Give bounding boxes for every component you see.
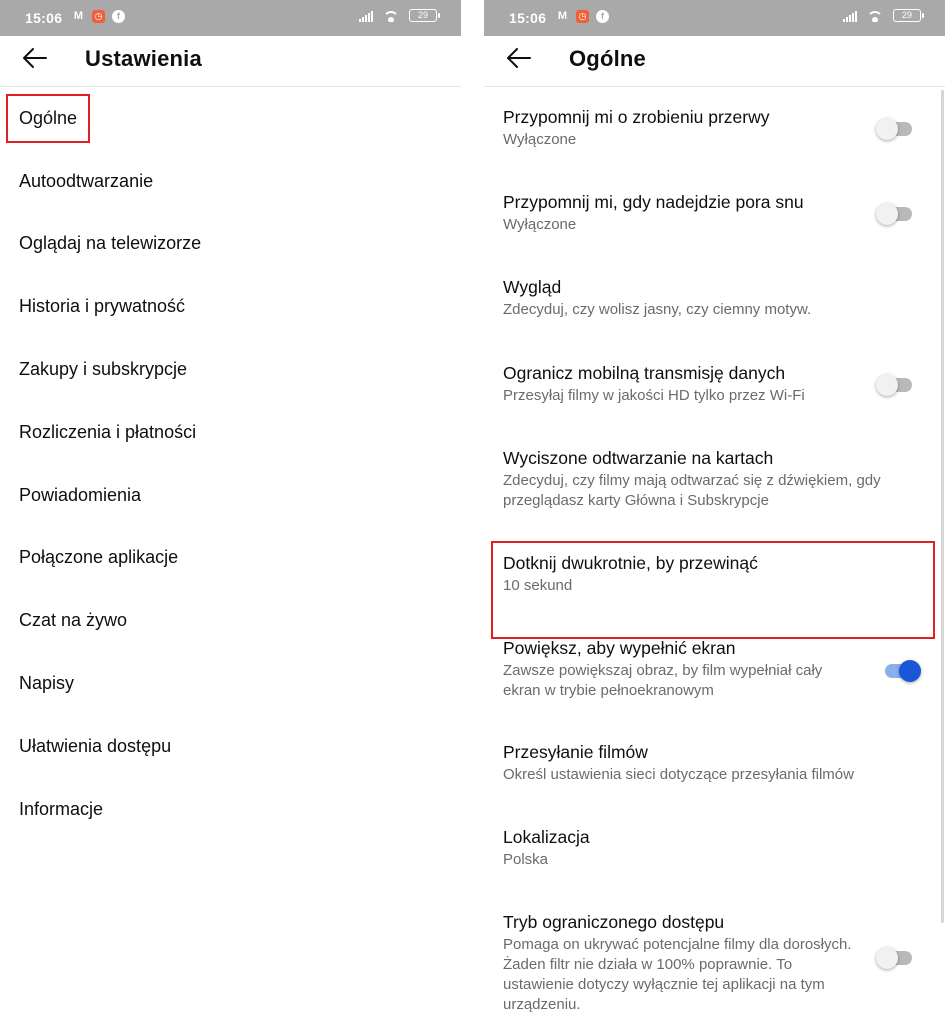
restricted-mode-toggle[interactable] <box>876 946 914 970</box>
status-bar: 15:06 M ◷ f 29 <box>0 0 461 36</box>
menu-item-watch-on-tv[interactable]: Oglądaj na telewizorze <box>0 213 461 276</box>
gmail-icon: M <box>73 10 84 22</box>
settings-menu: Ogólne Autoodtwarzanie Oglądaj na telewi… <box>0 87 461 841</box>
facebook-icon: f <box>596 10 609 23</box>
setting-muted-playback[interactable]: Wyciszone odtwarzanie na kartach Zdecydu… <box>484 428 945 533</box>
battery-icon: 29 <box>893 9 924 22</box>
zoom-to-fill-toggle[interactable] <box>883 659 921 683</box>
gmail-icon: M <box>557 10 568 22</box>
setting-uploads[interactable]: Przesyłanie filmów Określ ustawienia sie… <box>484 722 945 807</box>
signal-icon <box>843 10 857 22</box>
signal-icon <box>359 10 373 22</box>
setting-double-tap-seek[interactable]: Dotknij dwukrotnie, by przewinąć 10 seku… <box>484 533 945 618</box>
setting-limit-mobile-data[interactable]: Ogranicz mobilną transmisję danych Przes… <box>484 343 945 428</box>
break-reminder-toggle[interactable] <box>876 117 914 141</box>
menu-item-general[interactable]: Ogólne <box>0 87 461 150</box>
app-bar: Ustawienia <box>0 36 461 87</box>
setting-break-reminder[interactable]: Przypomnij mi o zrobieniu przerwy Wyłącz… <box>484 87 945 172</box>
menu-item-accessibility[interactable]: Ułatwienia dostępu <box>0 715 461 778</box>
menu-item-history-privacy[interactable]: Historia i prywatność <box>0 275 461 338</box>
facebook-icon: f <box>112 10 125 23</box>
general-settings-screen: 15:06 M ◷ f 29 Ogólne Przypomnij mi o zr… <box>484 0 945 1024</box>
setting-appearance[interactable]: Wygląd Zdecyduj, czy wolisz jasny, czy c… <box>484 257 945 342</box>
app-bar: Ogólne <box>484 36 945 87</box>
setting-bedtime-reminder[interactable]: Przypomnij mi, gdy nadejdzie pora snu Wy… <box>484 172 945 257</box>
limit-mobile-data-toggle[interactable] <box>876 373 914 397</box>
setting-location[interactable]: Lokalizacja Polska <box>484 807 945 892</box>
bedtime-reminder-toggle[interactable] <box>876 202 914 226</box>
settings-screen: 15:06 M ◷ f 29 Ustawienia Ogólne Autoodt… <box>0 0 461 1024</box>
menu-item-autoplay[interactable]: Autoodtwarzanie <box>0 150 461 213</box>
battery-icon: 29 <box>409 9 440 22</box>
menu-item-notifications[interactable]: Powiadomienia <box>0 464 461 527</box>
setting-zoom-to-fill[interactable]: Powiększ, aby wypełnić ekran Zawsze powi… <box>484 618 945 722</box>
back-arrow-icon[interactable] <box>22 47 48 69</box>
menu-item-about[interactable]: Informacje <box>0 778 461 841</box>
menu-item-connected-apps[interactable]: Połączone aplikacje <box>0 527 461 590</box>
clock-icon: ◷ <box>92 10 105 23</box>
scrollbar[interactable] <box>941 90 944 923</box>
clock-icon: ◷ <box>576 10 589 23</box>
general-settings-list: Przypomnij mi o zrobieniu przerwy Wyłącz… <box>484 87 945 1013</box>
menu-item-live-chat[interactable]: Czat na żywo <box>0 589 461 652</box>
menu-item-billing[interactable]: Rozliczenia i płatności <box>0 401 461 464</box>
status-time: 15:06 <box>25 10 63 26</box>
menu-item-captions[interactable]: Napisy <box>0 652 461 715</box>
back-arrow-icon[interactable] <box>506 47 532 69</box>
status-time: 15:06 <box>509 10 547 26</box>
setting-restricted-mode[interactable]: Tryb ograniczonego dostępu Pomaga on ukr… <box>484 892 945 1013</box>
status-bar: 15:06 M ◷ f 29 <box>484 0 945 36</box>
page-title: Ustawienia <box>85 46 202 71</box>
page-title: Ogólne <box>569 46 646 71</box>
menu-item-purchases[interactable]: Zakupy i subskrypcje <box>0 338 461 401</box>
wifi-icon <box>866 9 884 22</box>
wifi-icon <box>382 9 400 22</box>
